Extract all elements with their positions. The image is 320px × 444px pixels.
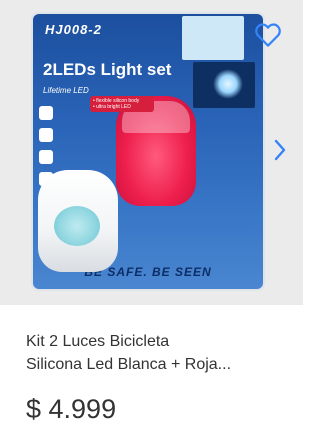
heart-outline-icon[interactable] [253,20,283,50]
product-title-line: Silicona Led Blanca + Roja... [26,356,232,373]
inset-photo [182,16,244,60]
feature-line: • ultra bright LED [93,104,131,110]
white-light-lens [54,206,100,246]
product-title[interactable]: Kit 2 Luces Bicicleta Silicona Led Blanc… [26,330,286,376]
package-tagline: Lifetime LED [43,86,89,95]
product-image[interactable]: HJ008-2 2LEDs Light set Lifetime LED BE … [0,0,303,305]
feature-icon [39,150,53,164]
feature-sticker: • flexible silicon body • ultra bright L… [90,96,154,112]
feature-icon [39,106,53,120]
product-title-line: Kit 2 Luces Bicicleta [26,333,170,350]
product-card[interactable]: HJ008-2 2LEDs Light set Lifetime LED BE … [0,0,303,444]
feature-icon [39,128,53,142]
product-price: $ 4.999 [26,394,117,424]
package-model: HJ008-2 [45,22,102,37]
chevron-right-icon[interactable] [270,136,290,164]
light-glow [213,69,243,99]
package-headline: 2LEDs Light set [43,60,172,79]
